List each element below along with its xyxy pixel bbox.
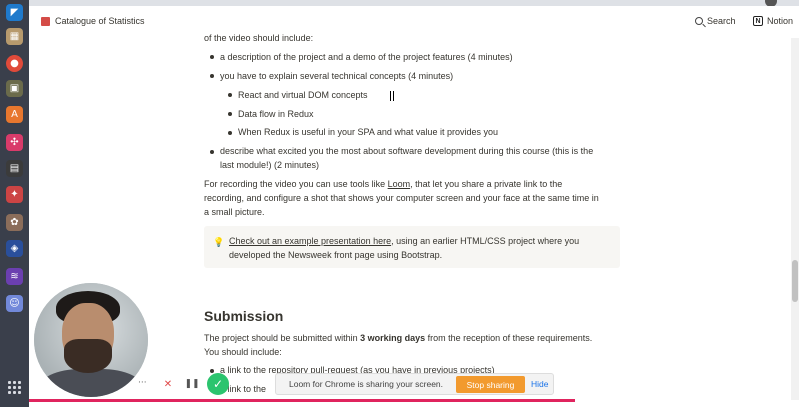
scrollbar[interactable] (791, 38, 799, 400)
bullet-dot (228, 112, 232, 116)
list-item: describe what excited you the most about… (220, 146, 594, 156)
paragraph-line: a small picture. (204, 207, 265, 217)
webcam-bubble[interactable] (34, 283, 148, 397)
list-item-continued: last module!) (2 minutes) (220, 160, 320, 170)
lightbulb-icon: 💡 (213, 238, 225, 248)
list-item: you have to explain several technical co… (220, 71, 454, 81)
bullet-dot (210, 369, 214, 373)
example-presentation-link[interactable]: Check out an example presentation here (229, 236, 391, 246)
text-cursor-icon (390, 91, 394, 101)
more-options-icon[interactable]: ··· (138, 378, 147, 388)
finish-recording-icon[interactable]: ✓ (207, 373, 229, 395)
presenter-body (38, 369, 144, 397)
submission-heading: Submission (204, 308, 284, 324)
list-item: When Redux is useful in your SPA and wha… (238, 127, 498, 137)
loom-link[interactable]: Loom (388, 179, 411, 189)
callout-line: developed the Newsweek front page using … (229, 250, 443, 260)
bullet-dot (210, 150, 214, 154)
hide-button[interactable]: Hide (531, 379, 548, 389)
bullet-dot (228, 131, 232, 135)
paragraph-text: , that let you share a private link to t… (410, 179, 563, 189)
list-item: React and virtual DOM concepts (238, 90, 368, 100)
paragraph-text: from the reception of these requirements… (425, 333, 593, 343)
list-item: a description of the project and a demo … (220, 52, 513, 62)
bullet-dot (210, 74, 214, 78)
stop-sharing-button[interactable]: Stop sharing (456, 376, 525, 393)
paragraph-line: For recording the video you can use tool… (204, 177, 562, 191)
scrollbar-thumb[interactable] (792, 260, 798, 302)
share-message: Loom for Chrome is sharing your screen. (289, 379, 444, 389)
list-item: Data flow in Redux (238, 109, 314, 119)
presenter-beard (64, 339, 112, 373)
bold-text: 3 working days (360, 333, 426, 343)
bullet-dot (228, 93, 232, 97)
cancel-recording-icon[interactable]: ✕ (160, 376, 176, 392)
bullet-dot (210, 55, 214, 59)
paragraph-line: recording, and configure a shot that sho… (204, 193, 599, 203)
intro-text: of the video should include: (204, 33, 314, 43)
screen-share-bar: Loom for Chrome is sharing your screen. … (275, 373, 554, 395)
paragraph-text: For recording the video you can use tool… (204, 179, 388, 189)
paragraph-line: You should include: (204, 347, 282, 357)
recording-progress-line (29, 399, 575, 402)
paragraph-text: The project should be submitted within (204, 333, 361, 343)
callout-text: , using an earlier HTML/CSS project wher… (391, 236, 580, 246)
callout-line: Check out an example presentation here, … (229, 234, 579, 248)
pause-icon[interactable]: ❚❚ (184, 376, 200, 392)
paragraph-line: The project should be submitted within 3… (204, 331, 592, 345)
